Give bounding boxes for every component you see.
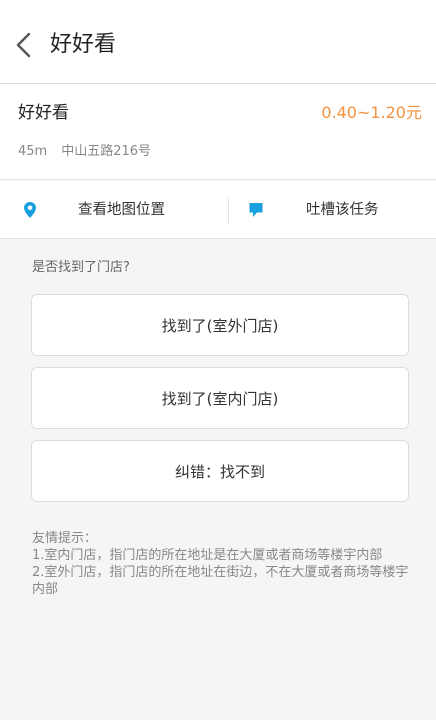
price-range: 0.40~1.20元 [321,103,422,122]
feedback-label: 吐槽该任务 [306,202,379,218]
store-name: 好好看 [18,103,69,123]
view-map-label: 查看地图位置 [78,202,165,218]
store-meta: 45m 中山五路216号 [18,142,151,162]
tips-heading: 友情提示： [32,531,98,546]
view-map-button[interactable]: 查看地图位置 [0,181,218,239]
tips: 友情提示： 1.室内门店，指门店的所在地址是在大厦或者商场等楼宇内部 2.室外门… [32,530,416,598]
page-title: 好好看 [50,32,117,57]
feedback-button[interactable]: 吐槽该任务 [218,181,436,239]
report-not-found-button[interactable]: 纠错：找不到 [31,440,409,502]
store-distance: 45m [18,144,48,159]
store-address: 中山五路216号 [61,144,152,159]
comment-icon [249,203,263,217]
found-store-question: 是否找到了门店? [32,260,130,275]
action-bar: 查看地图位置 吐槽该任务 [0,181,436,239]
found-indoor-button[interactable]: 找到了(室内门店) [31,367,409,429]
tip-outdoor: 2.室外门店，指门店的所在地址在街边，不在大厦或者商场等楼宇内部 [32,565,409,597]
location-pin-icon [24,202,36,218]
chevron-left-icon[interactable] [12,32,36,58]
store-info: 好好看 0.40~1.20元 45m 中山五路216号 [0,84,436,180]
found-outdoor-button[interactable]: 找到了(室外门店) [31,294,409,356]
app-header: 好好看 [0,0,436,84]
tip-indoor: 1.室内门店，指门店的所在地址是在大厦或者商场等楼宇内部 [32,548,383,563]
